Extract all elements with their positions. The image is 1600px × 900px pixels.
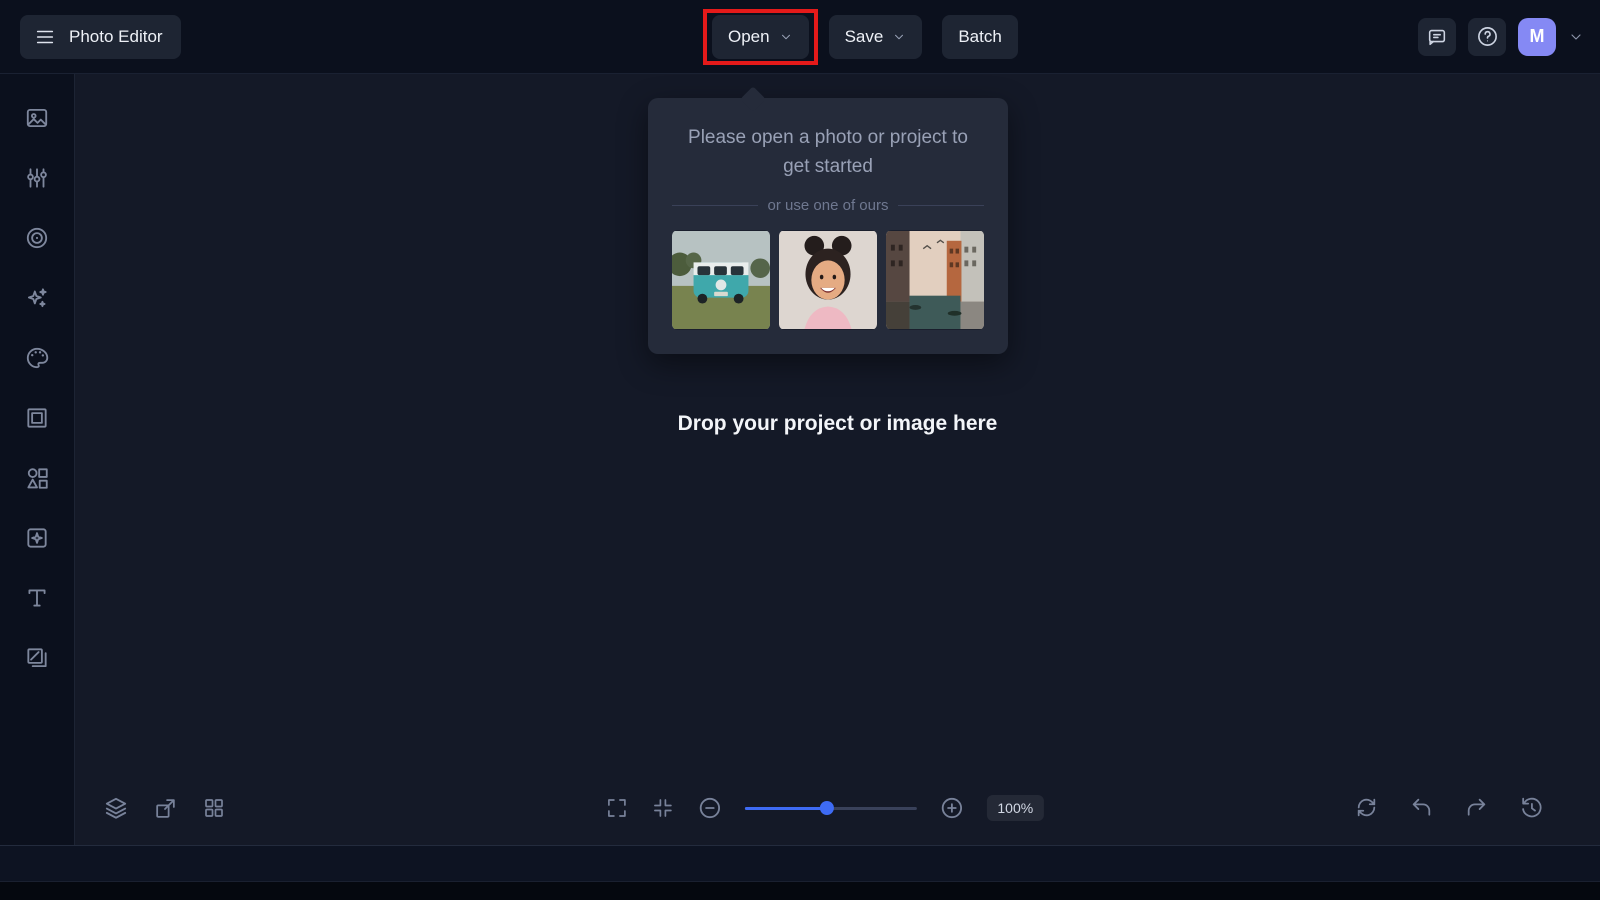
avatar[interactable]: M [1518, 18, 1556, 56]
hamburger-menu-icon [34, 26, 56, 48]
popup-subtitle: or use one of ours [768, 197, 889, 214]
arrange-tool-icon[interactable] [0, 628, 75, 688]
batch-button-label: Batch [958, 27, 1001, 47]
canal-sample-photo[interactable] [886, 230, 984, 330]
fit-screen-icon[interactable] [650, 796, 674, 820]
shapes-tool-icon[interactable] [0, 448, 75, 508]
feedback-button[interactable] [1418, 18, 1456, 56]
bottom-left-tools [103, 795, 226, 821]
undo-icon[interactable] [1409, 795, 1434, 820]
crop-tool-icon[interactable] [0, 388, 75, 448]
sample-photos [672, 230, 984, 330]
top-center-actions: Open Save Batch [712, 0, 1018, 74]
open-hint-popup: Please open a photo or project to get st… [648, 98, 1008, 354]
tool-sidebar [0, 74, 75, 845]
zoom-level[interactable]: 100% [986, 795, 1044, 821]
save-button[interactable]: Save [829, 15, 923, 59]
portrait-sample-photo[interactable] [779, 230, 877, 330]
popup-arrow [740, 86, 765, 111]
zoom-slider-fill [744, 807, 827, 810]
top-right-actions: M [1418, 18, 1584, 56]
resize-icon[interactable] [153, 796, 178, 821]
app-title: Photo Editor [69, 27, 163, 47]
layers-icon[interactable] [103, 795, 129, 821]
bottom-toolbar: 100% [75, 781, 1600, 845]
redo-icon[interactable] [1464, 795, 1489, 820]
popup-title: Please open a photo or project to get st… [672, 124, 984, 181]
filter-tool-icon[interactable] [0, 508, 75, 568]
help-icon [1476, 25, 1499, 48]
open-button[interactable]: Open [712, 15, 809, 59]
history-icon[interactable] [1519, 795, 1544, 820]
canvas-area[interactable]: Please open a photo or project to get st… [75, 74, 1600, 845]
drop-zone-text: Drop your project or image here [75, 412, 1600, 436]
retouch-tool-icon[interactable] [0, 208, 75, 268]
help-button[interactable] [1468, 18, 1506, 56]
chevron-down-icon [779, 30, 793, 44]
fullscreen-icon[interactable] [604, 796, 628, 820]
zoom-out-icon[interactable] [696, 795, 722, 821]
status-strip [0, 845, 1600, 881]
van-sample-photo[interactable] [672, 230, 770, 330]
grid-icon[interactable] [202, 796, 226, 820]
bottom-edge-strip [0, 881, 1600, 900]
main-menu-button[interactable]: Photo Editor [20, 15, 181, 59]
avatar-initial: M [1530, 26, 1545, 47]
history-controls [1354, 795, 1544, 820]
image-tool-icon[interactable] [0, 88, 75, 148]
divider [898, 205, 984, 206]
open-button-label: Open [728, 27, 770, 47]
adjust-tool-icon[interactable] [0, 148, 75, 208]
save-button-label: Save [845, 27, 884, 47]
top-bar: Photo Editor Open Save Batch [0, 0, 1600, 74]
batch-button[interactable]: Batch [942, 15, 1017, 59]
account-chevron-icon[interactable] [1568, 29, 1584, 45]
feedback-icon [1426, 26, 1448, 48]
zoom-slider[interactable] [744, 807, 916, 810]
chevron-down-icon [892, 30, 906, 44]
zoom-slider-knob[interactable] [820, 801, 834, 815]
zoom-slider-track[interactable] [744, 807, 916, 810]
zoom-in-icon[interactable] [938, 795, 964, 821]
divider [672, 205, 758, 206]
text-tool-icon[interactable] [0, 568, 75, 628]
popup-subtitle-row: or use one of ours [672, 197, 984, 214]
effects-tool-icon[interactable] [0, 268, 75, 328]
zoom-controls: 100% [604, 795, 1044, 821]
refresh-icon[interactable] [1354, 795, 1379, 820]
paint-tool-icon[interactable] [0, 328, 75, 388]
